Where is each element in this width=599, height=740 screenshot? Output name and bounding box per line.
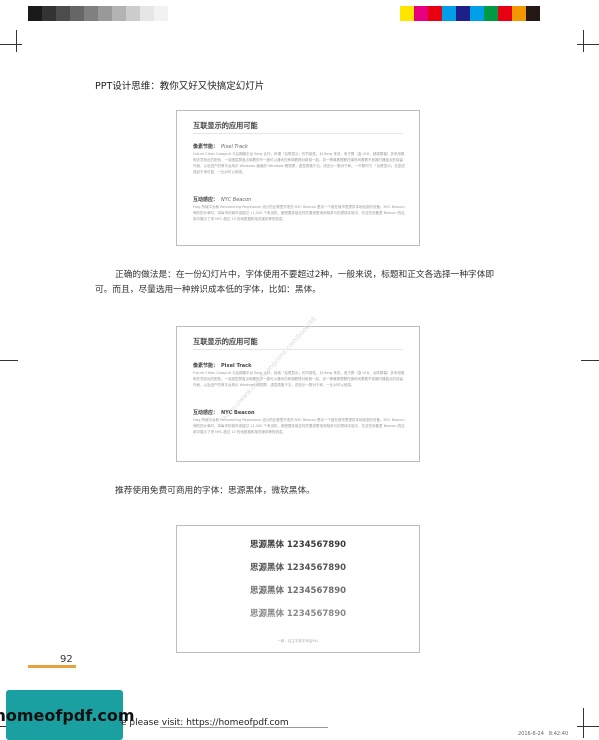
color-swatch: [98, 6, 112, 21]
body-paragraph: 推荐使用免费可商用的字体：思源黑体，微软黑体。: [115, 486, 315, 496]
color-swatch: [456, 6, 470, 21]
crop-mark: [581, 360, 599, 361]
crop-mark: [583, 708, 584, 738]
color-swatch: [154, 6, 168, 21]
color-swatch: [168, 6, 182, 21]
color-swatch: [498, 6, 512, 21]
crop-mark: [583, 30, 584, 52]
color-swatch: [84, 6, 98, 21]
slide-footnote: 一款：自主字体字号由Ps1: [277, 639, 319, 643]
crop-mark: [0, 360, 18, 361]
color-swatch: [400, 6, 414, 21]
slide-example-single-font: 互联显示的应用可能 像素节能： Pixel Track Future Cities…: [176, 326, 420, 462]
section-heading: 像素节能： Pixel Track: [193, 363, 252, 369]
slide-font-samples: 思源黑体 1234567890 思源黑体 1234567890 思源黑体 123…: [176, 525, 420, 653]
color-swatch: [28, 6, 42, 21]
font-sample: 思源黑体 1234567890: [249, 540, 347, 550]
slide-divider: [193, 349, 403, 350]
footer-rule: [160, 727, 328, 728]
page-number-accent-line: [28, 665, 76, 668]
promo-badge[interactable]: homeofpdf.com: [0, 690, 135, 740]
color-swatch: [70, 6, 84, 21]
running-header: PPT设计思维：教你又好又快搞定幻灯片: [95, 81, 265, 92]
crop-mark: [16, 30, 17, 52]
page-number: 92: [60, 654, 73, 665]
slide-divider: [193, 133, 403, 134]
color-swatch: [42, 6, 56, 21]
color-swatch: [140, 6, 154, 21]
crop-mark: [577, 726, 599, 727]
crop-mark: [0, 44, 22, 45]
color-swatch: [470, 6, 484, 21]
body-paragraph: 正确的做法是：在一份幻灯片中，字体使用不要超过2种，一般来说，标题和正文各选择一…: [95, 270, 495, 295]
color-swatch: [126, 6, 140, 21]
crop-mark: [577, 44, 599, 45]
slide-title: 互联显示的应用可能: [193, 337, 258, 346]
color-swatch: [414, 6, 428, 21]
font-sample: 思源黑体 1234567890: [249, 563, 347, 573]
grayscale-color-bar: [28, 6, 182, 21]
section-paragraph: Frog 所城平台和 Reinventing Payphones 设计的比赛里开…: [193, 205, 405, 221]
color-swatch: [484, 6, 498, 21]
font-sample: 思源黑体 1234567890: [249, 586, 347, 596]
color-swatch: [512, 6, 526, 21]
section-paragraph: Future Cities Catapult 与后期微平台 Berg 合作，探索…: [193, 371, 405, 387]
color-swatch: [428, 6, 442, 21]
section-paragraph: Future Cities Catapult 与后期微平台 Berg 合作，称谓…: [193, 152, 405, 174]
slide-example-mixed-fonts: 互联显示的应用可能 像素节能： Pixel Track Future Cities…: [176, 110, 420, 246]
section-heading: 互动感应： NYC Beacon: [193, 197, 252, 203]
color-swatch: [56, 6, 70, 21]
print-timestamp: 2016-8-24 8:42:40: [518, 731, 569, 737]
slide-title: 互联显示的应用可能: [193, 121, 258, 130]
color-swatch: [526, 6, 540, 21]
section-heading: 像素节能： Pixel Track: [193, 144, 248, 150]
color-swatch: [442, 6, 456, 21]
process-color-bar: [400, 6, 540, 21]
font-sample: 思源黑体 1234567890: [249, 609, 347, 619]
color-swatch: [112, 6, 126, 21]
